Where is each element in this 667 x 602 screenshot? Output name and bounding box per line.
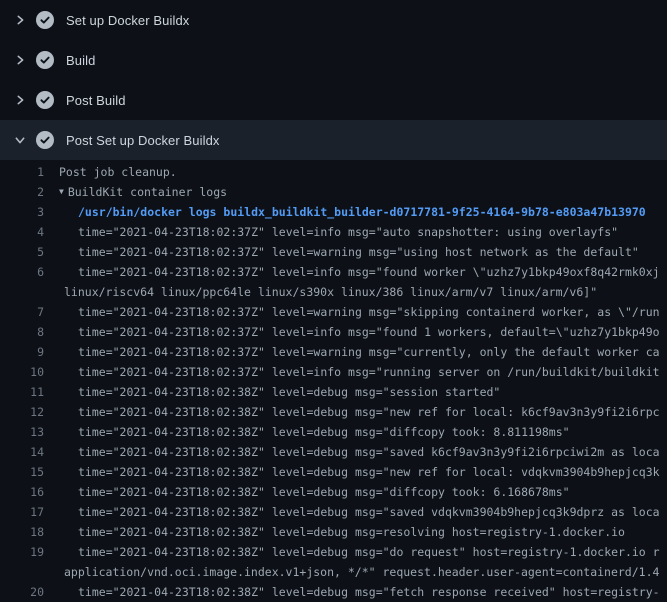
step-label: Post Build: [66, 93, 126, 108]
log-line-text: time="2021-04-23T18:02:37Z" level=warnin…: [78, 302, 660, 322]
step-header-set-up-docker-buildx[interactable]: Set up Docker Buildx: [0, 0, 667, 40]
log-line-text: linux/riscv64 linux/ppc64le linux/s390x …: [64, 282, 597, 302]
log-line: 6 time="2021-04-23T18:02:37Z" level=info …: [0, 262, 667, 282]
log-line-number[interactable]: 8: [0, 322, 44, 342]
log-line: 19 time="2021-04-23T18:02:38Z" level=debu…: [0, 542, 667, 562]
log-line: 18 time="2021-04-23T18:02:38Z" level=debu…: [0, 522, 667, 542]
log-line-text: time="2021-04-23T18:02:38Z" level=debug …: [78, 582, 660, 602]
chevron-down-icon: [12, 132, 28, 148]
log-line: 4 time="2021-04-23T18:02:37Z" level=info …: [0, 222, 667, 242]
log-line: 20 time="2021-04-23T18:02:38Z" level=debu…: [0, 582, 667, 602]
log-line: 15 time="2021-04-23T18:02:38Z" level=debu…: [0, 462, 667, 482]
check-circle-icon: [36, 51, 54, 69]
log-line-text: Post job cleanup.: [59, 162, 177, 182]
log-line-number[interactable]: 2: [0, 182, 44, 202]
log-line-number[interactable]: 18: [0, 522, 44, 542]
log-console: 1 Post job cleanup. 2 ▼BuildKit container l…: [0, 160, 667, 602]
log-line-text: /usr/bin/docker logs buildx_buildkit_bui…: [78, 202, 646, 222]
log-line-number[interactable]: 4: [0, 222, 44, 242]
log-line-text: time="2021-04-23T18:02:38Z" level=debug …: [78, 422, 570, 442]
log-line-text: time="2021-04-23T18:02:37Z" level=info m…: [78, 362, 660, 382]
log-line: 14 time="2021-04-23T18:02:38Z" level=debu…: [0, 442, 667, 462]
log-line-number[interactable]: 20: [0, 582, 44, 602]
log-line: 9 time="2021-04-23T18:02:37Z" level=warni…: [0, 342, 667, 362]
check-circle-icon: [36, 131, 54, 149]
log-line-text: time="2021-04-23T18:02:38Z" level=debug …: [78, 382, 500, 402]
log-line-text: time="2021-04-23T18:02:37Z" level=info m…: [78, 322, 660, 342]
log-line: 13 time="2021-04-23T18:02:38Z" level=debu…: [0, 422, 667, 442]
log-line: 11 time="2021-04-23T18:02:38Z" level=debu…: [0, 382, 667, 402]
log-line-number[interactable]: 15: [0, 462, 44, 482]
chevron-right-icon: [12, 52, 28, 68]
log-line-text: time="2021-04-23T18:02:38Z" level=debug …: [78, 482, 570, 502]
log-line-text: time="2021-04-23T18:02:38Z" level=debug …: [78, 522, 625, 542]
log-line: 7 time="2021-04-23T18:02:37Z" level=warni…: [0, 302, 667, 322]
log-line-number[interactable]: 1: [0, 162, 44, 182]
steps-list: Set up Docker Buildx Build Post Build Po…: [0, 0, 667, 160]
log-line-number[interactable]: 7: [0, 302, 44, 322]
log-line-text: time="2021-04-23T18:02:37Z" level=info m…: [78, 262, 660, 282]
log-line: 16 time="2021-04-23T18:02:38Z" level=debu…: [0, 482, 667, 502]
step-label: Set up Docker Buildx: [66, 13, 189, 28]
log-line-number[interactable]: 11: [0, 382, 44, 402]
log-line-text: BuildKit container logs: [68, 182, 227, 202]
log-line-number[interactable]: 3: [0, 202, 44, 222]
log-line-text: time="2021-04-23T18:02:38Z" level=debug …: [78, 402, 660, 422]
log-command-line: 3/usr/bin/docker logs buildx_buildkit_bu…: [0, 202, 667, 222]
log-line-number[interactable]: 14: [0, 442, 44, 462]
step-header-build[interactable]: Build: [0, 40, 667, 80]
log-line-number[interactable]: 16: [0, 482, 44, 502]
log-line-text: time="2021-04-23T18:02:38Z" level=debug …: [78, 502, 660, 522]
log-line-number: [0, 282, 44, 302]
log-line-text: time="2021-04-23T18:02:37Z" level=warnin…: [78, 342, 660, 362]
chevron-right-icon: [12, 12, 28, 28]
log-line: 5 time="2021-04-23T18:02:37Z" level=warni…: [0, 242, 667, 262]
log-line-number: [0, 562, 44, 582]
log-line-number[interactable]: 19: [0, 542, 44, 562]
log-line-number[interactable]: 12: [0, 402, 44, 422]
log-group-header[interactable]: 2 ▼BuildKit container logs: [0, 182, 667, 202]
step-header-post-build[interactable]: Post Build: [0, 80, 667, 120]
log-line-text: time="2021-04-23T18:02:38Z" level=debug …: [78, 442, 660, 462]
log-line-text: time="2021-04-23T18:02:38Z" level=debug …: [78, 462, 660, 482]
chevron-right-icon: [12, 92, 28, 108]
log-line-number[interactable]: 9: [0, 342, 44, 362]
log-line-continuation: linux/riscv64 linux/ppc64le linux/s390x …: [0, 282, 667, 302]
log-line: 12 time="2021-04-23T18:02:38Z" level=debu…: [0, 402, 667, 422]
log-line-number[interactable]: 10: [0, 362, 44, 382]
step-label: Build: [66, 53, 95, 68]
log-line-text: time="2021-04-23T18:02:37Z" level=warnin…: [78, 242, 639, 262]
log-line-continuation: application/vnd.oci.image.index.v1+json,…: [0, 562, 667, 582]
log-line: 17 time="2021-04-23T18:02:38Z" level=debu…: [0, 502, 667, 522]
log-line-number[interactable]: 13: [0, 422, 44, 442]
log-line-number[interactable]: 17: [0, 502, 44, 522]
log-line-number[interactable]: 5: [0, 242, 44, 262]
step-header-post-set-up-docker-buildx[interactable]: Post Set up Docker Buildx: [0, 120, 667, 160]
check-circle-icon: [36, 11, 54, 29]
log-line-text: application/vnd.oci.image.index.v1+json,…: [64, 562, 659, 582]
log-line-text: time="2021-04-23T18:02:37Z" level=info m…: [78, 222, 618, 242]
log-line-text: time="2021-04-23T18:02:38Z" level=debug …: [78, 542, 660, 562]
log-line: 10 time="2021-04-23T18:02:37Z" level=info…: [0, 362, 667, 382]
check-circle-icon: [36, 91, 54, 109]
log-line: 1 Post job cleanup.: [0, 162, 667, 182]
log-group-caret-icon[interactable]: ▼: [59, 182, 64, 202]
log-line-number[interactable]: 6: [0, 262, 44, 282]
step-label: Post Set up Docker Buildx: [66, 133, 220, 148]
log-line: 8 time="2021-04-23T18:02:37Z" level=info …: [0, 322, 667, 342]
